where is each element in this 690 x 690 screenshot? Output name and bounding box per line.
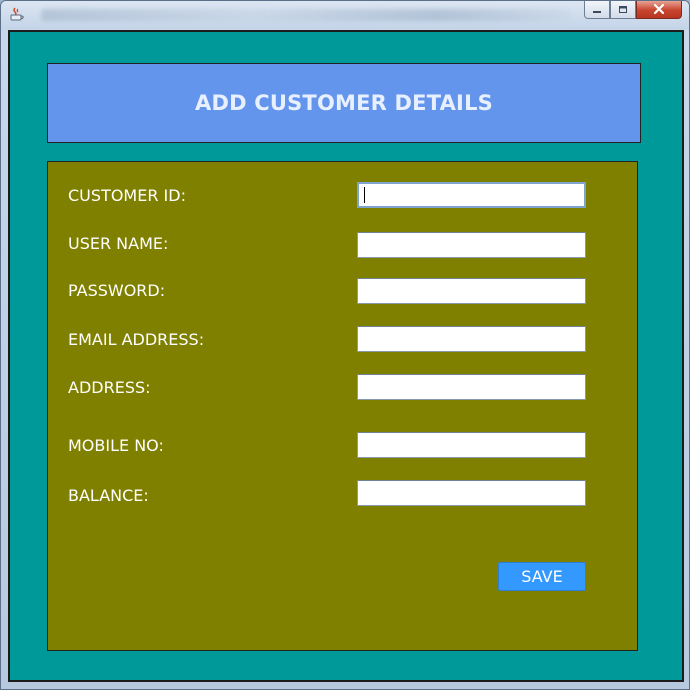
customer-id-field[interactable] — [357, 182, 586, 208]
maximize-icon — [617, 1, 629, 19]
balance-field[interactable] — [357, 480, 586, 506]
customer-id-label: CUSTOMER ID: — [68, 186, 186, 205]
application-window: ADD CUSTOMER DETAILS CUSTOMER ID: USER N… — [0, 0, 690, 690]
minimize-icon — [591, 1, 603, 19]
password-field[interactable] — [357, 278, 586, 304]
customer-form: CUSTOMER ID: USER NAME: PASSWORD: EMAIL … — [47, 161, 638, 651]
header-panel: ADD CUSTOMER DETAILS — [47, 63, 641, 143]
mobile-no-field[interactable] — [357, 432, 586, 458]
balance-label: BALANCE: — [68, 486, 149, 505]
save-button[interactable]: SAVE — [498, 562, 586, 591]
blurred-taskbar-preview — [41, 9, 571, 21]
java-app-icon — [9, 6, 25, 22]
page-title: ADD CUSTOMER DETAILS — [195, 91, 493, 115]
maximize-button[interactable] — [610, 1, 636, 19]
password-label: PASSWORD: — [68, 281, 166, 300]
address-field[interactable] — [357, 374, 586, 400]
text-caret — [364, 187, 365, 203]
address-label: ADDRESS: — [68, 378, 151, 397]
user-name-field[interactable] — [357, 232, 586, 258]
minimize-button[interactable] — [584, 1, 610, 19]
user-name-label: USER NAME: — [68, 234, 169, 253]
close-button[interactable] — [636, 1, 682, 19]
email-address-field[interactable] — [357, 326, 586, 352]
title-bar[interactable] — [1, 1, 689, 29]
close-icon — [652, 1, 666, 19]
content-frame: ADD CUSTOMER DETAILS CUSTOMER ID: USER N… — [8, 30, 684, 682]
email-address-label: EMAIL ADDRESS: — [68, 330, 205, 349]
mobile-no-label: MOBILE NO: — [68, 436, 164, 455]
